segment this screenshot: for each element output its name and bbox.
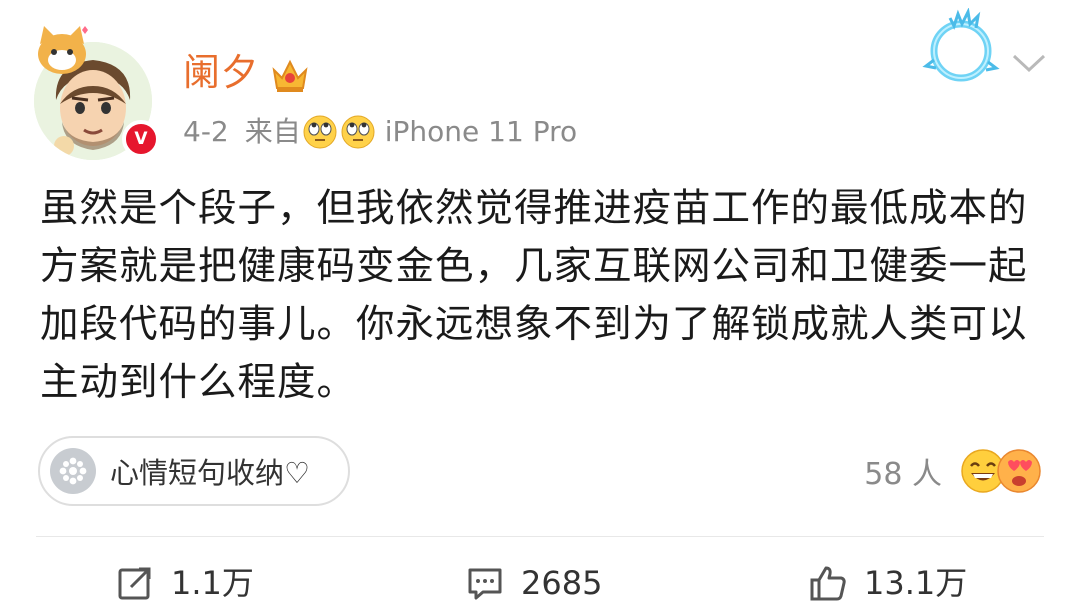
verified-badge-icon: V <box>122 120 160 158</box>
like-count: 13.1万 <box>864 564 968 602</box>
source-prefix: 来自 <box>244 115 301 148</box>
tag-icon <box>50 448 96 494</box>
crown-icon[interactable] <box>270 56 310 94</box>
like-icon <box>810 566 846 601</box>
comment-count: 2685 <box>521 564 603 602</box>
chevron-down-icon[interactable] <box>1010 50 1048 76</box>
post-content: 虽然是个段子，但我依然觉得推进疫苗工作的最低成本的方案就是把健康码变金色，几家互… <box>40 186 1028 405</box>
rolling-eyes-emoji-icon <box>341 115 375 149</box>
forward-count: 1.1万 <box>171 564 254 602</box>
forward-button[interactable]: 1.1万 <box>115 556 254 610</box>
likers-count: 58 人 <box>864 457 942 492</box>
post-date: 4-2 <box>183 115 229 148</box>
tag-label: 心情短句收纳♡ <box>110 456 310 490</box>
ring-decoration-icon[interactable] <box>920 8 1002 90</box>
topic-tag[interactable]: 心情短句收纳♡ <box>38 436 350 506</box>
source-device[interactable]: iPhone 11 Pro <box>385 112 577 152</box>
username[interactable]: 阑夕 <box>183 48 259 98</box>
post-meta: 4-2 来自 iPhone 11 Pro <box>183 112 577 152</box>
comment-icon <box>468 568 502 600</box>
likers-summary[interactable]: 58 人 <box>864 448 1042 494</box>
comment-button[interactable]: 2685 <box>465 556 602 610</box>
divider <box>36 536 1044 537</box>
cat-sticker-icon <box>38 26 88 74</box>
rolling-eyes-emoji-icon <box>303 115 337 149</box>
forward-icon <box>118 567 151 600</box>
avatar-area[interactable]: V <box>30 20 160 160</box>
heart-eyes-emoji-icon <box>997 449 1041 493</box>
action-bar: 1.1万 2685 13.1万 <box>0 556 1080 610</box>
like-button[interactable]: 13.1万 <box>808 556 967 610</box>
